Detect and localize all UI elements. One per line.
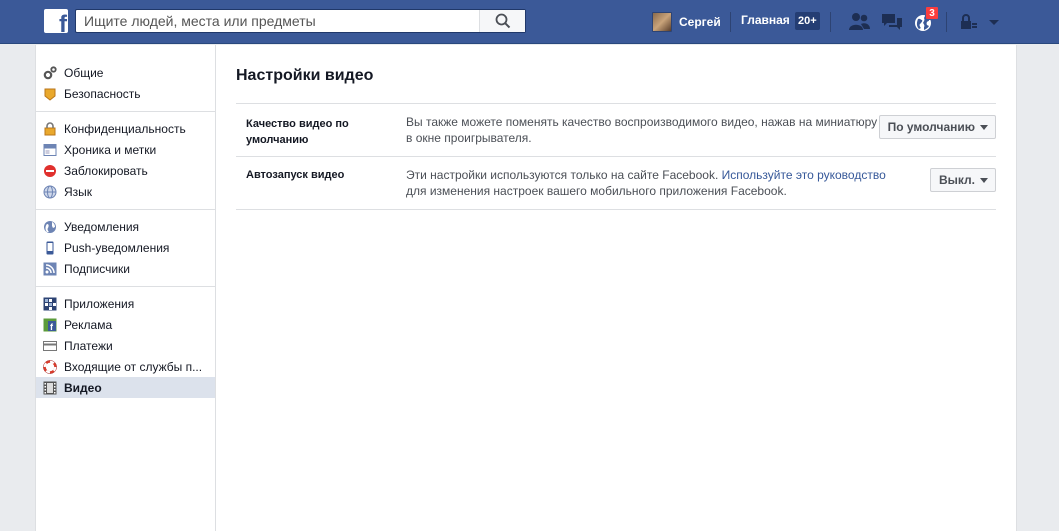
- sidebar-item-label: Входящие от службы п...: [64, 359, 203, 374]
- sidebar-item-label: Заблокировать: [64, 163, 148, 178]
- setting-label: Качество видео по умолчанию: [246, 118, 349, 146]
- badge-icon: [43, 87, 57, 101]
- sidebar-group-apps: Приложения f Реклама Платежи Входящие от…: [36, 287, 215, 405]
- autoplay-select[interactable]: Выкл.: [929, 168, 996, 192]
- search-box: [75, 9, 526, 33]
- apps-icon: [43, 297, 57, 311]
- caret-down-icon: [980, 125, 988, 130]
- film-icon: [43, 381, 57, 395]
- sidebar-item-push-notifications[interactable]: Push-уведомления: [36, 237, 215, 258]
- sidebar-item-security[interactable]: Безопасность: [36, 83, 215, 104]
- gear-icon: [43, 65, 57, 80]
- sidebar-item-label: Конфиденциальность: [64, 121, 186, 136]
- sidebar-item-language[interactable]: Язык: [36, 181, 215, 202]
- setting-description: Вы также можете поменять качество воспро…: [406, 115, 898, 145]
- sidebar-item-label: Push-уведомления: [64, 240, 170, 255]
- sidebar-item-timeline[interactable]: Хроника и метки: [36, 139, 215, 160]
- quality-select-value: По умолчанию: [887, 120, 975, 134]
- sidebar-item-followers[interactable]: Подписчики: [36, 258, 215, 279]
- search-icon: [495, 13, 511, 29]
- search-button[interactable]: [479, 10, 525, 32]
- avatar: [652, 12, 672, 32]
- home-count-badge: 20+: [795, 12, 820, 30]
- sidebar-item-label: Язык: [64, 184, 93, 199]
- home-link[interactable]: Главная: [741, 13, 790, 27]
- sidebar-group-notifications: Уведомления Push-уведомления Подписчики: [36, 210, 215, 287]
- sidebar-item-notifications[interactable]: Уведомления: [36, 216, 215, 237]
- lifebuoy-icon: [43, 359, 57, 374]
- sidebar-item-support-inbox[interactable]: Входящие от службы п...: [36, 356, 215, 377]
- description-text: Эти настройки используются только на сай…: [406, 168, 722, 182]
- settings-list: Качество видео по умолчанию Вы также мож…: [236, 103, 996, 210]
- sidebar-item-label: Хроника и метки: [64, 142, 157, 157]
- notifications-globe-icon: [43, 220, 57, 234]
- card-icon: [43, 339, 57, 353]
- search-input[interactable]: [76, 10, 481, 32]
- sidebar-item-blocking[interactable]: Заблокировать: [36, 160, 215, 181]
- divider: [946, 12, 947, 32]
- facebook-logo-letter: f: [59, 11, 67, 34]
- description-text: для изменения настроек вашего мобильного…: [406, 184, 787, 198]
- sidebar-group-general: Общие Безопасность: [36, 45, 215, 112]
- divider: [730, 12, 731, 32]
- sidebar-item-payments[interactable]: Платежи: [36, 335, 215, 356]
- friends-requests-button[interactable]: [847, 11, 871, 33]
- account-menu-button[interactable]: [986, 11, 1010, 33]
- ads-icon: f: [43, 318, 57, 332]
- messages-button[interactable]: [880, 11, 904, 33]
- profile-link[interactable]: Сергей: [652, 11, 721, 33]
- globe-icon: [43, 185, 57, 199]
- facebook-logo[interactable]: f: [44, 9, 68, 33]
- top-bar: f Сергей Главная 20+ 3: [0, 0, 1059, 44]
- setting-row-default-quality: Качество видео по умолчанию Вы также мож…: [236, 104, 996, 157]
- sidebar-item-video[interactable]: Видео: [36, 377, 215, 398]
- sidebar-item-general[interactable]: Общие: [36, 62, 215, 83]
- privacy-icon: [961, 14, 977, 29]
- settings-sidebar: Общие Безопасность Конфиденциальность Хр…: [36, 45, 216, 531]
- sidebar-item-label: Приложения: [64, 296, 135, 311]
- sidebar-item-label: Видео: [64, 380, 102, 395]
- sidebar-item-ads[interactable]: f Реклама: [36, 314, 215, 335]
- sidebar-item-label: Платежи: [64, 338, 113, 353]
- setting-description: Эти настройки используются только на сай…: [406, 167, 906, 199]
- main-container: Общие Безопасность Конфиденциальность Хр…: [35, 45, 1017, 531]
- timeline-icon: [43, 143, 57, 157]
- sidebar-item-label: Уведомления: [64, 219, 140, 234]
- caret-down-icon: [980, 178, 988, 183]
- messages-icon: [882, 14, 902, 30]
- guide-link[interactable]: Используйте это руководство: [722, 168, 886, 182]
- setting-row-autoplay: Автозапуск видео Эти настройки использую…: [236, 157, 996, 210]
- autoplay-select-value: Выкл.: [938, 173, 975, 187]
- sidebar-item-label: Безопасность: [64, 86, 141, 101]
- sidebar-item-privacy[interactable]: Конфиденциальность: [36, 118, 215, 139]
- quality-select[interactable]: По умолчанию: [878, 115, 996, 139]
- chevron-down-icon: [989, 20, 999, 25]
- notifications-count-badge: 3: [925, 6, 939, 20]
- mobile-icon: [43, 241, 57, 255]
- setting-label: Автозапуск видео: [246, 169, 345, 181]
- block-icon: [43, 164, 57, 178]
- sidebar-item-label: Реклама: [64, 317, 113, 332]
- page-title: Настройки видео: [236, 67, 374, 84]
- sidebar-item-label: Подписчики: [64, 261, 131, 276]
- sidebar-group-privacy: Конфиденциальность Хроника и метки Забло…: [36, 112, 215, 210]
- divider: [830, 12, 831, 32]
- friends-icon: [849, 13, 870, 30]
- rss-icon: [43, 262, 57, 276]
- privacy-shortcuts-button[interactable]: [958, 11, 982, 33]
- user-name: Сергей: [679, 15, 721, 29]
- lock-icon: [43, 121, 57, 136]
- sidebar-item-apps[interactable]: Приложения: [36, 293, 215, 314]
- sidebar-item-label: Общие: [64, 65, 104, 80]
